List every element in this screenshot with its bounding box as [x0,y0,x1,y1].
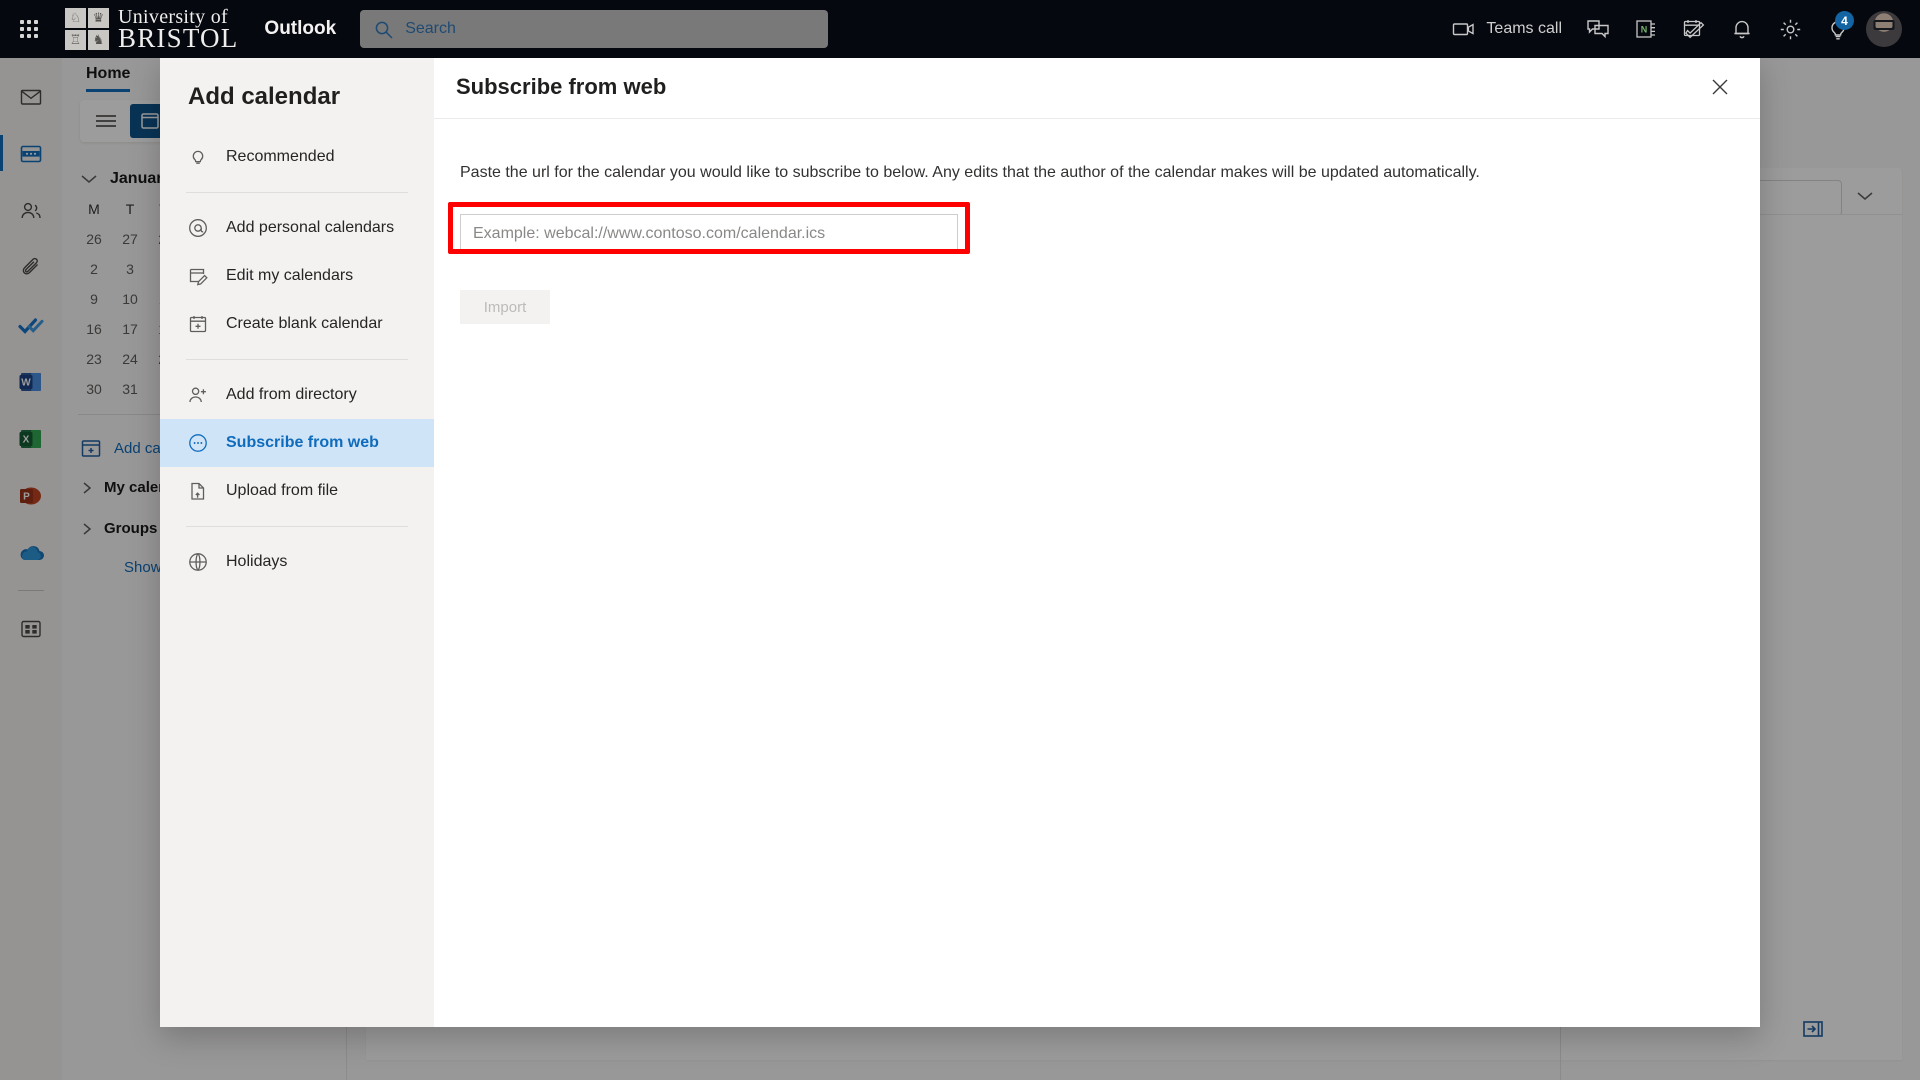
gear-icon [1779,18,1802,41]
panel-description: Paste the url for the calendar you would… [460,164,1480,181]
dialog-nav-item-recommended[interactable]: Recommended [160,133,434,181]
tasks-button[interactable] [1670,0,1718,58]
university-crest-icon: ♘ ♛ ♖ ♞ [65,8,109,50]
dialog-nav-divider [186,192,408,193]
calendar-url-input[interactable] [460,214,958,255]
dialog-nav-item-label: Holidays [226,553,288,570]
bell-icon [1731,18,1753,40]
teams-call-button[interactable]: Teams call [1440,0,1574,58]
notifications-badge: 4 [1835,11,1854,30]
dialog-nav-item-add-from-directory[interactable]: Add from directory [160,371,434,419]
avatar[interactable] [1866,11,1902,47]
person-add-icon [188,385,208,405]
tasks-icon [1682,18,1706,40]
suite-bar: ♘ ♛ ♖ ♞ University of BRISTOL Outlook Sear… [0,0,1920,58]
add-calendar-dialog: Add calendar Recommended Add personal cal… [160,55,1760,1027]
dialog-nav-item-subscribe-from-web[interactable]: Subscribe from web [160,419,434,467]
chat-button[interactable] [1574,0,1622,58]
app-launcher-button[interactable] [5,5,53,53]
subscribe-icon [188,433,208,453]
brand-logo: ♘ ♛ ♖ ♞ University of BRISTOL [65,7,238,52]
dialog-nav-item-label: Add from directory [226,386,357,403]
close-dialog-button[interactable] [1694,61,1746,113]
dialog-nav-item-create-blank-calendar[interactable]: Create blank calendar [160,300,434,348]
search-icon [374,20,393,39]
dialog-nav-item-upload-from-file[interactable]: Upload from file [160,467,434,515]
app-name-label[interactable]: Outlook [264,18,336,40]
import-button[interactable]: Import [460,290,550,325]
chat-icon [1586,18,1610,40]
dialog-title: Add calendar [188,83,341,110]
dialog-nav-item-label: Create blank calendar [226,315,383,332]
dialog-nav-item-holidays[interactable]: Holidays [160,538,434,586]
dialog-nav-item-label: Subscribe from web [226,434,379,451]
svg-text:N: N [1641,25,1648,35]
global-search-box[interactable]: Search [360,10,829,48]
dialog-nav-item-label: Recommended [226,148,335,165]
search-placeholder: Search [405,20,456,37]
notifications-button[interactable] [1718,0,1766,58]
onenote-button[interactable]: N [1622,0,1670,58]
dialog-nav: Add calendar Recommended Add personal cal… [160,55,434,1027]
url-input-wrapper [448,202,982,255]
dialog-nav-item-label: Add personal calendars [226,219,395,236]
brand-text: University of BRISTOL [118,7,238,52]
dialog-body: Paste the url for the calendar you would… [434,119,1760,325]
tips-button[interactable]: 4 [1814,0,1862,58]
close-icon [1710,77,1730,97]
suite-bar-actions: Teams call N 4 [1440,0,1920,58]
globe-icon [188,552,208,572]
dialog-nav-item-edit-my-calendars[interactable]: Edit my calendars [160,252,434,300]
lightbulb-icon [188,147,208,167]
dialog-main: Subscribe from web Paste the url for the… [434,55,1760,1027]
calendar-plus-icon [188,314,208,334]
dialog-nav-divider [186,359,408,360]
file-upload-icon [188,481,208,501]
onenote-icon: N [1634,18,1658,40]
dialog-header: Subscribe from web [434,55,1760,119]
at-sign-icon [188,218,208,238]
teams-call-label: Teams call [1486,20,1562,37]
waffle-icon [20,20,38,38]
dialog-nav-item-label: Edit my calendars [226,267,354,284]
video-camera-icon [1452,20,1476,38]
edit-calendar-icon [188,266,208,286]
dialog-nav-divider [186,526,408,527]
settings-button[interactable] [1766,0,1814,58]
panel-heading: Subscribe from web [456,73,667,99]
dialog-nav-item-add-personal-calendars[interactable]: Add personal calendars [160,204,434,252]
dialog-nav-item-label: Upload from file [226,482,339,499]
brand-line-2: BRISTOL [118,22,239,53]
